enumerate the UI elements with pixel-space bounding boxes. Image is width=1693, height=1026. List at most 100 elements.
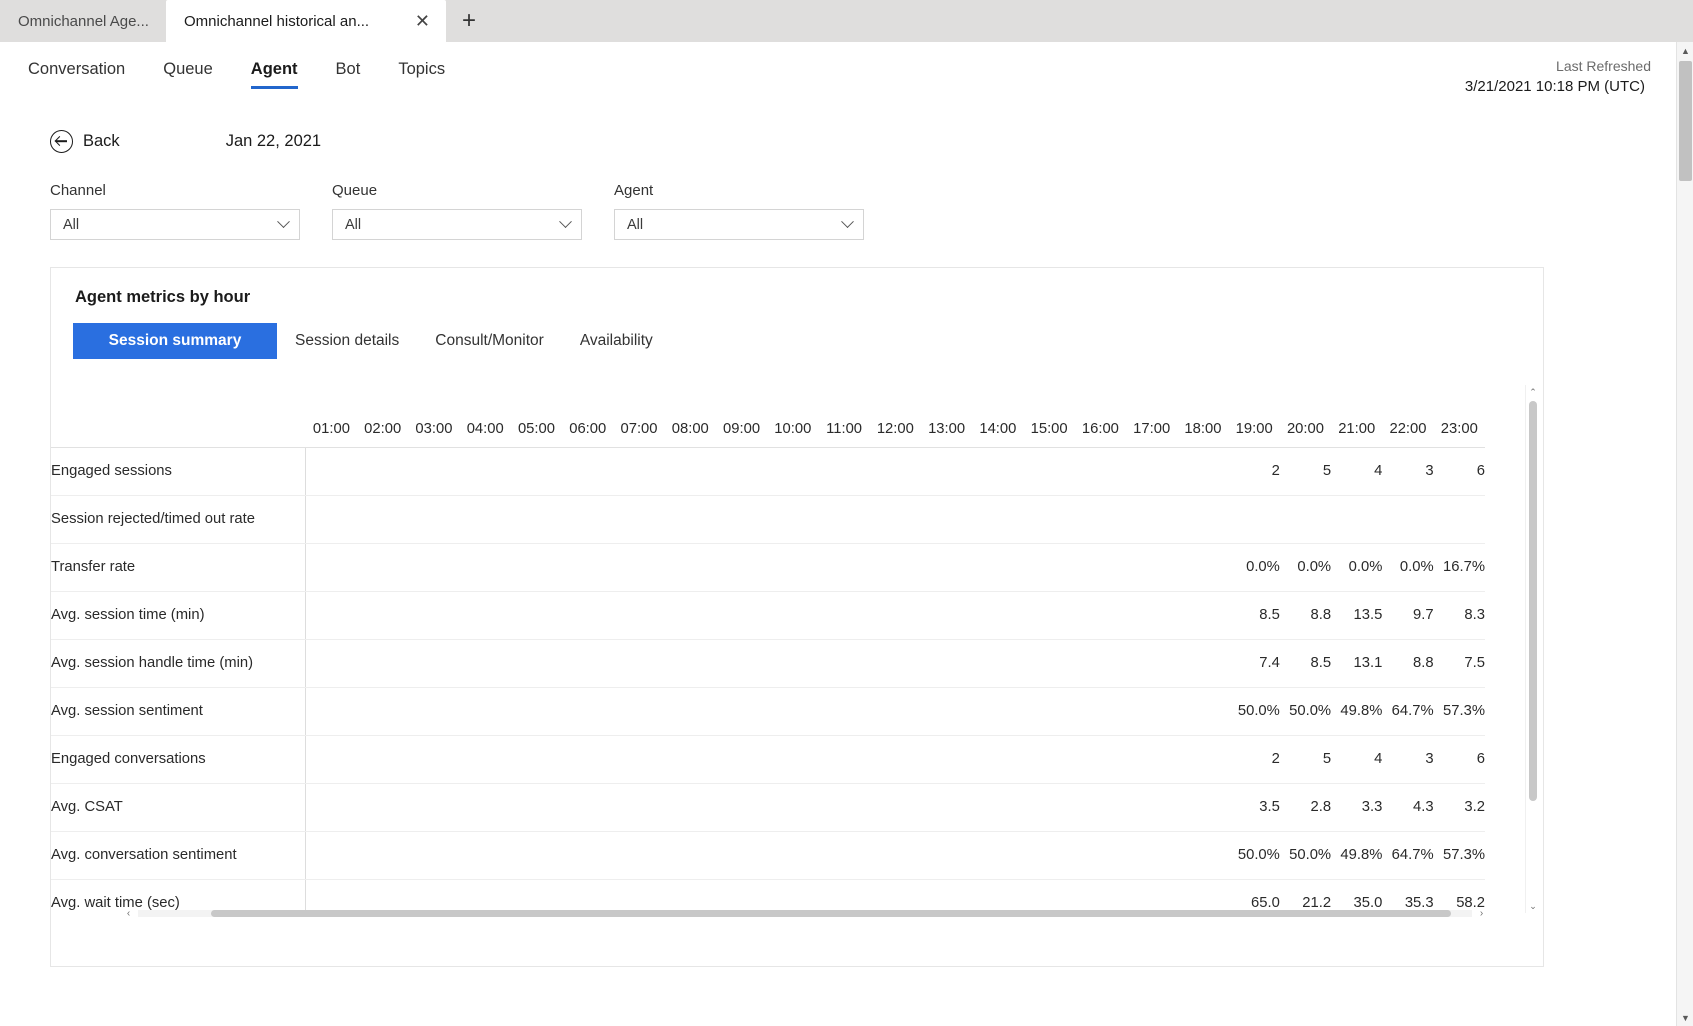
metric-cell xyxy=(767,446,819,496)
subtab-session-details[interactable]: Session details xyxy=(277,323,417,359)
matrix-horizontal-scrollbar[interactable]: ‹ › xyxy=(121,906,1489,921)
channel-select[interactable]: All xyxy=(50,209,300,240)
metric-cell xyxy=(664,735,716,784)
metric-cell xyxy=(459,783,511,832)
metric-cell xyxy=(357,639,409,688)
column-header-hour: 15:00 xyxy=(1030,421,1068,438)
metric-cell xyxy=(459,831,511,880)
agent-metrics-table: 01:00 02:00 03:00 04:00 05:00 06:00 07:00 08:00… xyxy=(51,385,1485,913)
metric-cell xyxy=(1023,591,1075,640)
metric-cell xyxy=(1177,783,1229,832)
metric-cell: 3 xyxy=(1382,735,1434,784)
table-row: Avg. session time (min) 8.5 8.8 13.5 9.7 8.3 xyxy=(51,591,1485,640)
column-header-hour: 08:00 xyxy=(671,421,709,438)
metric-cell: 0.0% xyxy=(1279,543,1332,592)
metric-cell xyxy=(818,687,870,736)
metric-cell xyxy=(357,735,409,784)
column-header-hour: 02:00 xyxy=(364,421,402,438)
metric-cell xyxy=(613,831,665,880)
vertical-scroll-thumb[interactable] xyxy=(1529,401,1537,801)
metric-cell xyxy=(562,831,614,880)
window-scroll-up-icon[interactable]: ▲ xyxy=(1677,42,1693,59)
scroll-down-icon[interactable]: ⌄ xyxy=(1526,899,1540,913)
scroll-left-icon[interactable]: ‹ xyxy=(121,906,136,921)
table-row: Engaged sessions 2 5 4 3 6 xyxy=(51,446,1485,496)
metric-cell xyxy=(510,687,563,736)
metric-cell xyxy=(459,446,511,496)
queue-select[interactable]: All xyxy=(332,209,582,240)
column-header-hour: 21:00 xyxy=(1338,421,1376,438)
metric-cell: 9.7 xyxy=(1382,591,1434,640)
metric-cell: 8.5 xyxy=(1228,591,1280,640)
metric-cell xyxy=(357,591,409,640)
metric-cell xyxy=(1177,735,1229,784)
row-label: Session rejected/timed out rate xyxy=(51,495,307,544)
row-label: Transfer rate xyxy=(51,543,307,592)
metric-cell xyxy=(408,446,460,496)
metric-cell xyxy=(1382,495,1434,544)
metric-cell xyxy=(869,783,921,832)
browser-tab-2-title: Omnichannel historical an... xyxy=(184,12,370,30)
column-header-hour: 05:00 xyxy=(517,421,555,438)
metric-cell xyxy=(562,495,614,544)
matrix-vertical-scrollbar[interactable]: ⌃ ⌄ xyxy=(1525,385,1539,913)
nav-item-conversation[interactable]: Conversation xyxy=(28,60,125,89)
metric-cell xyxy=(562,591,614,640)
horizontal-scroll-thumb[interactable] xyxy=(211,910,1451,917)
browser-tab-2[interactable]: Omnichannel historical an... ✕ xyxy=(166,0,446,42)
metric-cell xyxy=(1177,446,1229,496)
metric-cell: 4 xyxy=(1331,735,1383,784)
table-head: 01:00 02:00 03:00 04:00 05:00 06:00 07:00 08:00… xyxy=(51,385,1485,448)
metric-cell xyxy=(408,735,460,784)
channel-select-value: All xyxy=(63,216,80,233)
metric-cell xyxy=(1074,591,1127,640)
nav-item-topics[interactable]: Topics xyxy=(398,60,445,89)
metric-cell xyxy=(664,639,716,688)
nav-item-bot[interactable]: Bot xyxy=(336,60,361,89)
browser-tab-strip: Omnichannel Age... Omnichannel historica… xyxy=(0,0,1693,42)
browser-tab-1[interactable]: Omnichannel Age... xyxy=(0,0,166,42)
subtab-session-summary[interactable]: Session summary xyxy=(73,323,277,359)
metric-cell xyxy=(818,735,870,784)
nav-item-queue[interactable]: Queue xyxy=(163,60,213,89)
metric-cell xyxy=(1023,831,1075,880)
subtab-consult-monitor[interactable]: Consult/Monitor xyxy=(417,323,562,359)
window-scroll-thumb[interactable] xyxy=(1679,61,1692,181)
metric-cell xyxy=(920,639,973,688)
chevron-down-icon xyxy=(559,215,572,229)
row-label: Engaged sessions xyxy=(51,446,307,496)
filter-queue: Queue All xyxy=(332,182,582,240)
metric-cell xyxy=(715,446,768,496)
metric-cell xyxy=(715,495,768,544)
metric-cell xyxy=(1074,831,1127,880)
subtab-availability[interactable]: Availability xyxy=(562,323,671,359)
back-button[interactable]: Back xyxy=(50,129,120,153)
scroll-up-icon[interactable]: ⌃ xyxy=(1526,385,1540,399)
metric-cell xyxy=(459,639,511,688)
table-row: Avg. session handle time (min) 7.4 8.5 13.1… xyxy=(51,639,1485,688)
new-tab-button[interactable]: + xyxy=(446,0,492,42)
close-icon[interactable]: ✕ xyxy=(403,12,432,30)
metric-cell xyxy=(920,831,973,880)
metric-cell xyxy=(1177,639,1229,688)
metric-cell xyxy=(869,735,921,784)
metric-cell xyxy=(972,446,1024,496)
metric-cell xyxy=(664,446,716,496)
nav-item-agent[interactable]: Agent xyxy=(250,60,298,89)
metric-cell xyxy=(357,831,409,880)
window-vertical-scrollbar[interactable]: ▲ ▼ xyxy=(1676,42,1693,1026)
metric-cell xyxy=(613,687,665,736)
metric-cell xyxy=(1074,639,1127,688)
scroll-right-icon[interactable]: › xyxy=(1474,906,1489,921)
metric-cell xyxy=(920,543,973,592)
metric-cell xyxy=(510,735,563,784)
metric-cell xyxy=(920,783,973,832)
window-scroll-down-icon[interactable]: ▼ xyxy=(1677,1009,1693,1026)
metric-cell xyxy=(408,639,460,688)
metric-cell: 4 xyxy=(1331,446,1383,496)
agent-select[interactable]: All xyxy=(614,209,864,240)
chevron-down-icon xyxy=(277,215,290,229)
metric-cell xyxy=(664,831,716,880)
metric-cell xyxy=(715,831,768,880)
metric-cell xyxy=(869,831,921,880)
